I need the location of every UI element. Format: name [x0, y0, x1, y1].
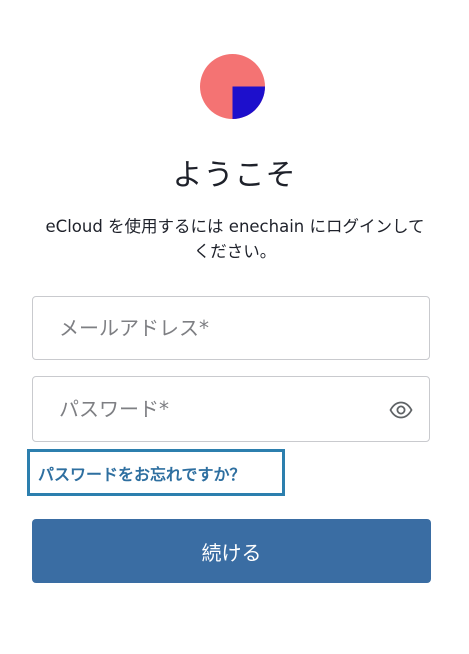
password-input[interactable] [33, 377, 429, 441]
login-description: eCloud を使用するには enechain にログインしてください。 [45, 217, 425, 261]
email-field[interactable] [32, 296, 430, 360]
login-page: ようこそ eCloud を使用するには enechain にログインしてください… [0, 0, 469, 654]
email-input[interactable] [33, 297, 429, 359]
eye-icon[interactable] [389, 399, 413, 421]
page-title: ようこそ [172, 158, 297, 193]
password-field[interactable] [32, 376, 430, 442]
continue-button[interactable]: 続ける [32, 519, 431, 583]
enechain-logo-icon [200, 54, 265, 119]
forgot-password-link[interactable]: パスワードをお忘れですか？ [27, 449, 285, 496]
